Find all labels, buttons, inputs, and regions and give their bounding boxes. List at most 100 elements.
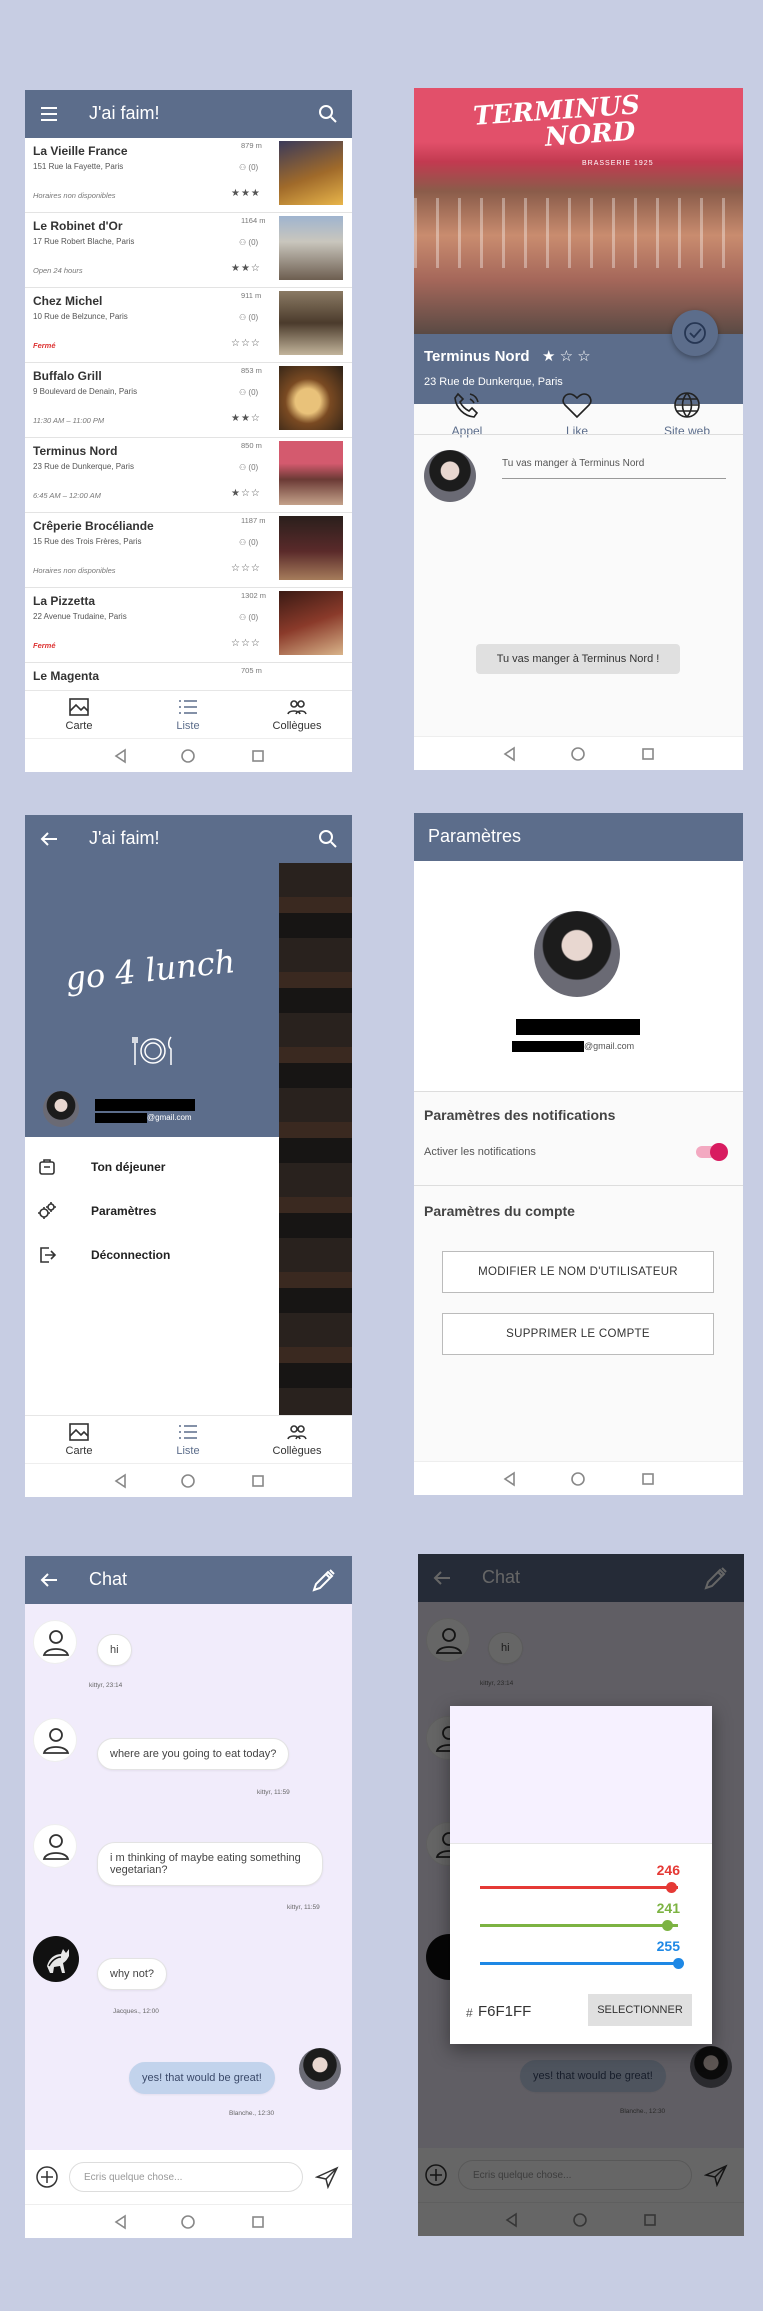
sign-line-2: NORD <box>543 116 637 153</box>
rating-stars: ☆☆☆ <box>231 563 261 574</box>
menu-icon[interactable] <box>39 104 59 124</box>
system-navigation-bar <box>25 2204 352 2238</box>
like-button[interactable]: Like <box>532 390 622 438</box>
recents-square-icon[interactable] <box>250 2214 266 2230</box>
slider-red[interactable]: 246 <box>480 1862 680 1893</box>
back-triangle-icon[interactable] <box>113 1473 129 1489</box>
restaurant-distance: 1164 m <box>241 216 266 225</box>
settings-title: Paramètres <box>428 826 522 846</box>
hex-value[interactable]: F6F1FF <box>478 2003 531 2020</box>
rating-stars: ★☆☆ <box>231 488 261 499</box>
restaurant-row[interactable]: Chez Michel 10 Rue de Belzunce, Paris Fe… <box>25 288 352 363</box>
back-triangle-icon[interactable] <box>113 2214 129 2230</box>
website-button[interactable]: Site web <box>642 390 732 438</box>
restaurant-hours: Fermé <box>33 341 56 350</box>
system-navigation-bar <box>414 736 743 770</box>
back-triangle-icon[interactable] <box>502 746 518 762</box>
blue-thumb[interactable] <box>673 1958 684 1969</box>
restaurant-name: Crêperie Brocéliande <box>33 519 154 533</box>
app-bar: Paramètres <box>414 813 743 861</box>
user-icon <box>42 1834 70 1860</box>
back-arrow-icon[interactable] <box>39 1570 59 1590</box>
back-triangle-icon[interactable] <box>113 748 129 764</box>
nav-list[interactable]: Liste <box>143 1422 233 1457</box>
drawer-header: go 4 lunch @gmail.com <box>25 863 279 1137</box>
workmates-count: ⚇ (0) <box>239 538 259 547</box>
search-icon[interactable] <box>318 104 338 124</box>
recents-square-icon[interactable] <box>640 746 656 762</box>
restaurant-name: Buffalo Grill <box>33 369 102 383</box>
red-thumb[interactable] <box>666 1882 678 1893</box>
add-attachment-icon[interactable] <box>35 2165 59 2189</box>
redacted-username <box>95 1099 195 1111</box>
user-icon <box>42 1728 70 1754</box>
menu-your-lunch[interactable]: Ton déjeuner <box>37 1153 277 1183</box>
nav-map[interactable]: Carte <box>34 1422 124 1457</box>
home-circle-icon[interactable] <box>570 746 586 762</box>
rename-user-button[interactable]: MODIFIER LE NOM D'UTILISATEUR <box>442 1251 714 1293</box>
call-button[interactable]: Appel <box>422 390 512 438</box>
restaurant-name: Le Magenta <box>33 669 100 683</box>
home-circle-icon[interactable] <box>180 2214 196 2230</box>
terrace-chairs <box>414 198 743 268</box>
user-avatar <box>424 450 476 502</box>
restaurant-list[interactable]: La Vieille France 151 Rue la Fayette, Pa… <box>25 138 352 690</box>
awning-sign: TERMINUS NORD <box>472 90 642 156</box>
nav-map[interactable]: Carte <box>34 697 124 732</box>
green-thumb[interactable] <box>662 1920 674 1931</box>
message-caption: Jacques., 12:00 <box>113 2008 159 2015</box>
workmates-icon <box>287 700 307 715</box>
globe-icon <box>674 392 700 418</box>
recents-square-icon[interactable] <box>250 1473 266 1489</box>
restaurant-thumbnail <box>279 591 343 655</box>
search-icon[interactable] <box>318 829 338 849</box>
restaurant-row[interactable]: Le Robinet d'Or 17 Rue Robert Blache, Pa… <box>25 213 352 288</box>
message-caption: kittyr, 11:59 <box>257 1789 290 1796</box>
notifications-toggle[interactable] <box>696 1143 728 1161</box>
restaurant-row[interactable]: Buffalo Grill 9 Boulevard de Denain, Par… <box>25 363 352 438</box>
redacted-email <box>512 1041 584 1052</box>
restaurant-distance: 879 m <box>241 141 262 150</box>
screen-restaurant-detail: TERMINUS NORD BRASSERIE 1925 Terminus Nor… <box>414 88 743 770</box>
back-arrow-icon[interactable] <box>39 829 59 849</box>
cat-avatar <box>33 1936 79 1982</box>
home-circle-icon[interactable] <box>570 1471 586 1487</box>
choose-restaurant-button[interactable] <box>672 310 718 356</box>
rating-stars: ★★☆ <box>231 263 261 274</box>
send-icon[interactable] <box>315 2165 339 2189</box>
app-title: J'ai faim! <box>89 828 160 848</box>
back-triangle-icon[interactable] <box>502 1471 518 1487</box>
restaurant-row[interactable]: Terminus Nord 23 Rue de Dunkerque, Paris… <box>25 438 352 513</box>
restaurant-row[interactable]: Crêperie Brocéliande 15 Rue des Trois Fr… <box>25 513 352 588</box>
slider-blue[interactable]: 255 <box>480 1938 684 1969</box>
nav-list[interactable]: Liste <box>143 697 233 732</box>
menu-settings[interactable]: Paramètres <box>37 1197 277 1227</box>
menu-logout[interactable]: Déconnection <box>37 1241 277 1271</box>
user-avatar <box>534 911 620 997</box>
restaurant-row[interactable]: La Pizzetta 22 Avenue Trudaine, Paris Fe… <box>25 588 352 663</box>
message-input[interactable]: Ecris quelque chose... <box>69 2162 303 2192</box>
restaurant-row[interactable]: Le Magenta 705 m <box>25 663 352 690</box>
workmates-count: ⚇ (0) <box>239 238 259 247</box>
home-circle-icon[interactable] <box>180 1473 196 1489</box>
screen-chat-color-picker: Chat hi kittyr, 23:14 yes! that would be… <box>418 1554 744 2236</box>
delete-account-button[interactable]: SUPPRIMER LE COMPTE <box>442 1313 714 1355</box>
nav-workmates[interactable]: Collègues <box>252 697 342 732</box>
restaurant-row[interactable]: La Vieille France 151 Rue la Fayette, Pa… <box>25 138 352 213</box>
toggle-thumb <box>710 1143 728 1161</box>
message-caption: kittyr, 23:14 <box>89 1682 123 1689</box>
dimmed-list-background <box>279 863 352 1415</box>
message-caption: Blanche., 12:30 <box>229 2110 275 2117</box>
logout-icon <box>40 1247 57 1263</box>
recents-square-icon[interactable] <box>250 748 266 764</box>
color-picker-icon[interactable] <box>310 1566 338 1594</box>
list-icon <box>179 1425 197 1439</box>
home-circle-icon[interactable] <box>180 748 196 764</box>
restaurant-distance: 911 m <box>241 291 262 300</box>
slider-green[interactable]: 241 <box>480 1900 680 1931</box>
nav-workmates[interactable]: Collègues <box>252 1422 342 1457</box>
restaurant-name: La Vieille France <box>33 144 128 158</box>
select-color-button[interactable]: SELECTIONNER <box>588 1994 692 2026</box>
screen-navigation-drawer: J'ai faim! go 4 lunch @gmail.com Ton déj… <box>25 815 352 1497</box>
recents-square-icon[interactable] <box>640 1471 656 1487</box>
